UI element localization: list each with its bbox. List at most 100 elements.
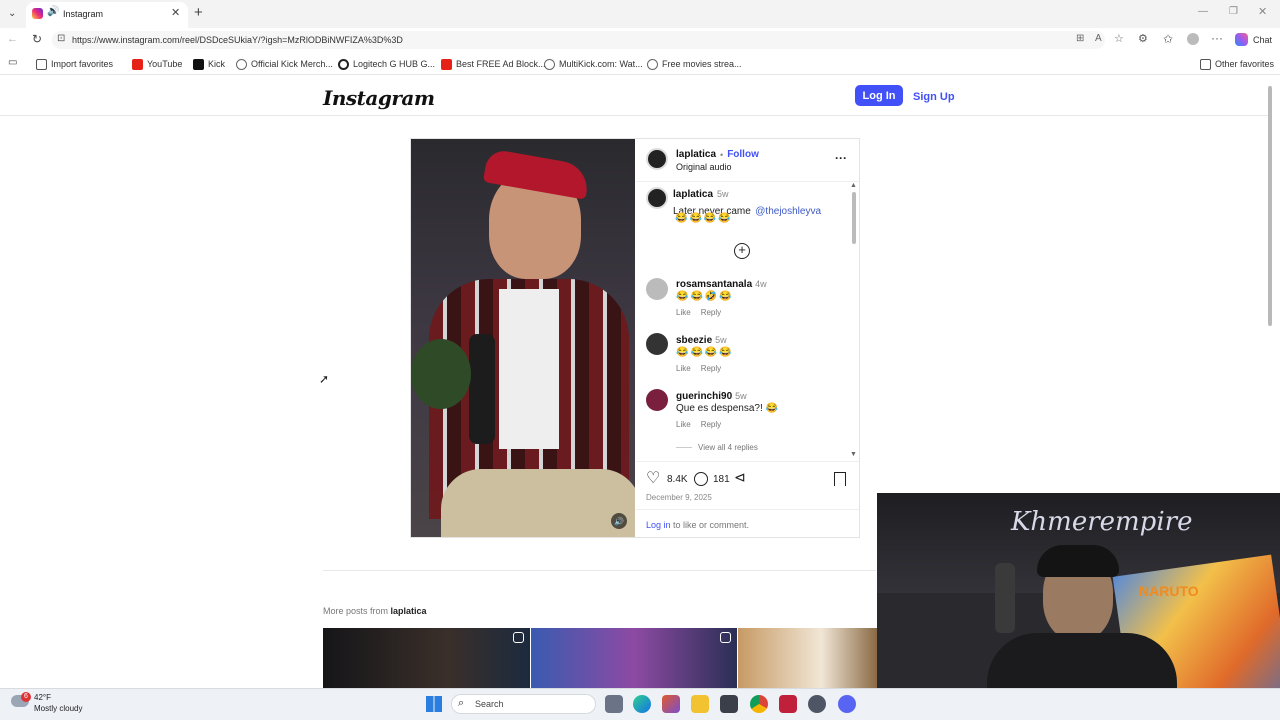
comment-bubble-icon[interactable]: [694, 472, 708, 486]
caption-emoji: 😂😂😂😂: [675, 213, 733, 224]
globe-icon: [236, 58, 247, 70]
taskbar-search[interactable]: ⌕ Search: [451, 694, 596, 714]
task-view-icon[interactable]: [605, 695, 623, 713]
comment-reply-link[interactable]: Reply: [701, 308, 721, 317]
app-red-icon[interactable]: [779, 695, 797, 713]
fav-logitech[interactable]: Logitech G HUB G...: [338, 57, 435, 71]
comment-avatar[interactable]: [646, 333, 668, 355]
office-icon[interactable]: [662, 695, 680, 713]
share-icon[interactable]: ⊲: [734, 469, 746, 486]
address-bar[interactable]: ⊡ https://www.instagram.com/reel/DSDceSU…: [52, 31, 1124, 49]
follow-link[interactable]: Follow: [727, 149, 759, 160]
fav-import[interactable]: Import favorites: [36, 57, 113, 71]
actions-divider: [636, 461, 859, 462]
fav-multikick[interactable]: MultiKick.com: Wat...: [544, 57, 643, 71]
header-divider: [0, 115, 1270, 116]
url-text: https://www.instagram.com/reel/DSDceSUki…: [72, 35, 403, 45]
login-prompt-link[interactable]: Log in: [646, 520, 671, 530]
caption-username[interactable]: laplatica: [673, 189, 713, 200]
comment-like-link[interactable]: Like: [676, 364, 691, 373]
collections-icon[interactable]: [1187, 33, 1199, 45]
author-avatar[interactable]: [646, 148, 668, 170]
view-replies-link[interactable]: View all 4 replies: [698, 443, 758, 452]
more-posts-user[interactable]: laplatica: [391, 606, 427, 616]
signup-link[interactable]: Sign Up: [913, 91, 955, 103]
fav-adblock[interactable]: Best FREE Ad Block...: [441, 57, 546, 71]
fav-kick[interactable]: Kick: [193, 57, 225, 71]
comment-time: 5w: [715, 335, 727, 345]
reel-video[interactable]: 🔊: [411, 139, 635, 537]
comment-header: sbeezie 5w: [676, 335, 727, 346]
comment-avatar[interactable]: [646, 389, 668, 411]
weather-condition: Mostly cloudy: [34, 704, 83, 713]
favorite-star-icon[interactable]: ☆: [1114, 32, 1124, 45]
more-posts-prefix: More posts from: [323, 606, 391, 616]
scroll-down-icon[interactable]: ▼: [850, 451, 857, 458]
webcam-banner-text: Khmerempire: [1011, 507, 1193, 537]
scroll-up-icon[interactable]: ▲: [850, 182, 857, 189]
likes-count: 8.4K: [667, 474, 688, 485]
sidebar-toggle-icon[interactable]: ▭: [8, 57, 17, 68]
like-heart-icon[interactable]: ♡: [646, 468, 660, 488]
file-explorer-icon[interactable]: [691, 695, 709, 713]
chat-label[interactable]: Chat: [1253, 35, 1272, 45]
close-tab-icon[interactable]: ✕: [171, 6, 180, 19]
comment-like-link[interactable]: Like: [676, 308, 691, 317]
mouse-cursor-icon: ➚: [319, 372, 330, 386]
close-window-icon[interactable]: ✕: [1258, 5, 1267, 18]
fav-movies[interactable]: Free movies strea...: [647, 57, 742, 71]
bookmark-icon[interactable]: [834, 472, 846, 486]
discord-icon[interactable]: [838, 695, 856, 713]
instagram-logo[interactable]: Instagram: [323, 86, 435, 110]
browser-tab[interactable]: 🔊 Instagram ✕: [26, 2, 188, 28]
chrome-icon[interactable]: [750, 695, 768, 713]
grid-post[interactable]: [323, 628, 530, 688]
post-date: December 9, 2025: [646, 493, 712, 502]
steam-icon[interactable]: [808, 695, 826, 713]
grid-post[interactable]: [738, 628, 877, 688]
audio-label[interactable]: Original audio: [676, 162, 732, 172]
volume-icon[interactable]: 🔊: [611, 513, 627, 529]
login-button[interactable]: Log In: [855, 85, 903, 106]
comment-reply-link[interactable]: Reply: [701, 420, 721, 429]
app-icon[interactable]: ⊞: [1076, 33, 1084, 44]
restore-icon[interactable]: ❐: [1229, 6, 1238, 17]
caption-mention[interactable]: @thejoshleyva: [755, 206, 821, 217]
comment-username[interactable]: sbeezie: [676, 335, 712, 346]
page-scrollbar[interactable]: [1268, 86, 1272, 326]
comment-actions: Like Reply: [676, 308, 721, 317]
fav-kick-merch[interactable]: Official Kick Merch...: [236, 57, 333, 71]
fav-other[interactable]: Other favorites: [1200, 57, 1274, 71]
post-author-name[interactable]: laplatica: [676, 149, 716, 160]
start-windows-icon[interactable]: [426, 696, 442, 712]
edge-icon[interactable]: [633, 695, 651, 713]
minimize-icon[interactable]: —: [1198, 6, 1208, 17]
comment-username[interactable]: guerinchi90: [676, 391, 732, 402]
youtube-icon: [132, 58, 143, 70]
store-icon[interactable]: [720, 695, 738, 713]
comments-scrollbar[interactable]: [852, 192, 856, 244]
tab-list-chevron-icon[interactable]: ⌄: [8, 8, 16, 19]
comment-reply-link[interactable]: Reply: [701, 364, 721, 373]
comment-like-link[interactable]: Like: [676, 420, 691, 429]
weather-widget[interactable]: 6 42°F Mostly cloudy: [8, 691, 108, 717]
refresh-icon[interactable]: ↻: [32, 32, 42, 46]
load-more-comments-icon[interactable]: +: [734, 243, 750, 259]
fav-youtube[interactable]: YouTube: [132, 57, 182, 71]
back-icon[interactable]: ←: [7, 33, 18, 45]
read-aloud-icon[interactable]: A: [1095, 33, 1102, 44]
extensions-icon[interactable]: ⚙: [1138, 32, 1148, 45]
grid-post[interactable]: [531, 628, 737, 688]
copilot-icon[interactable]: [1235, 33, 1248, 46]
site-info-icon[interactable]: ⊡: [57, 33, 65, 44]
login-prompt-row: Log in to like or comment.: [646, 520, 749, 530]
favorites-icon[interactable]: ✩: [1163, 32, 1173, 46]
comment-avatar[interactable]: [646, 278, 668, 300]
comment-username[interactable]: rosamsantanala: [676, 279, 752, 290]
streamer-hair: [1037, 545, 1119, 577]
caption-avatar[interactable]: [646, 187, 668, 209]
more-options-icon[interactable]: ···: [835, 151, 847, 165]
more-menu-icon[interactable]: ···: [1211, 31, 1223, 45]
audio-playing-icon[interactable]: 🔊: [47, 6, 59, 17]
new-tab-icon[interactable]: +: [194, 4, 203, 21]
